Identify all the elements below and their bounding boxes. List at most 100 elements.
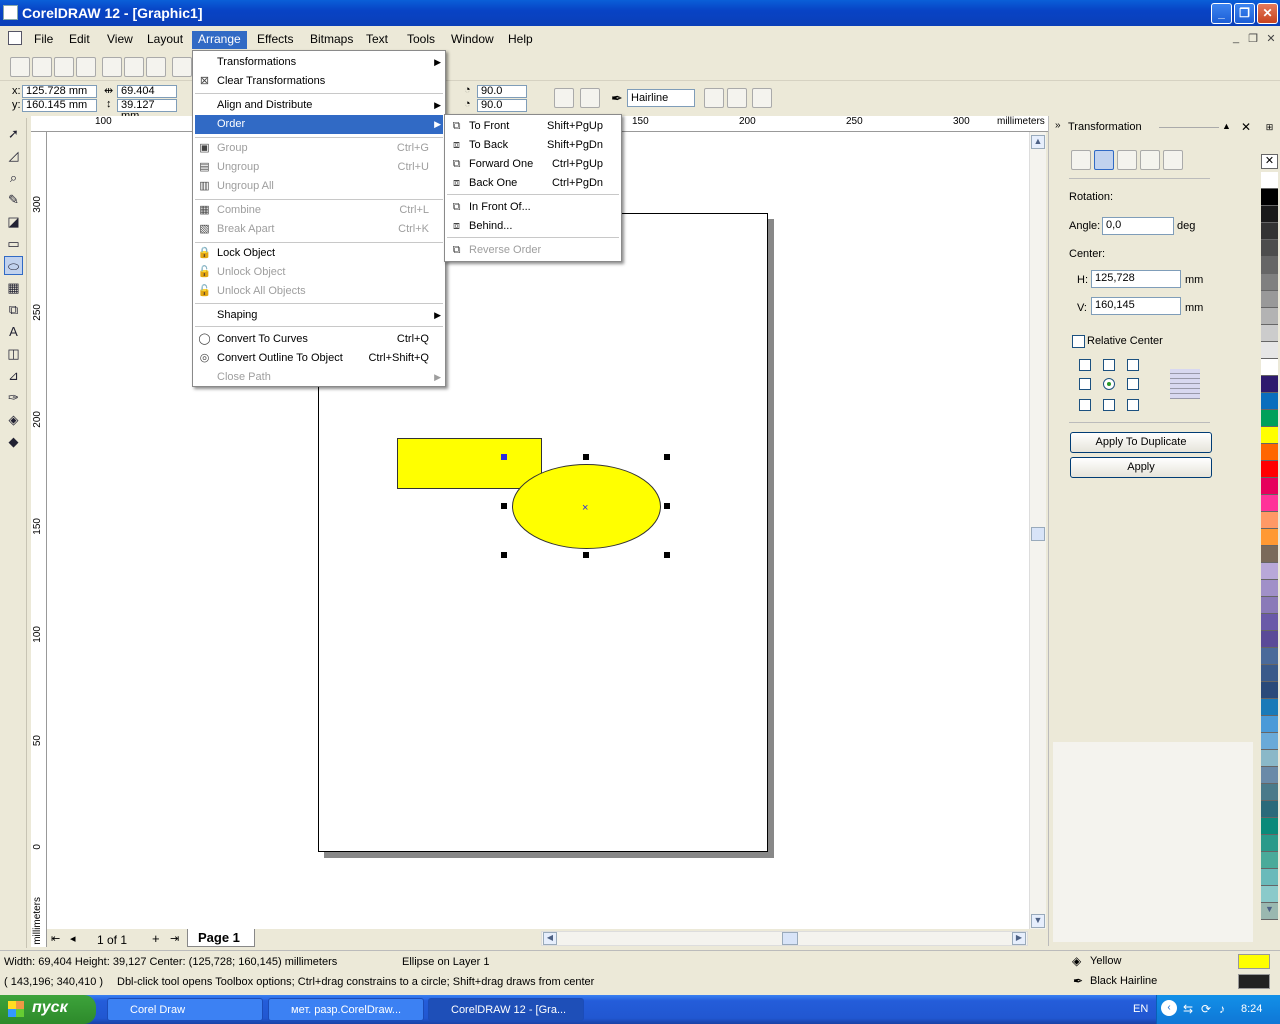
palette-swatch[interactable] (1261, 648, 1278, 665)
anchor-top-right[interactable] (1127, 359, 1139, 371)
size-transform-icon[interactable] (1140, 150, 1160, 170)
add-page-icon[interactable]: + (152, 931, 160, 946)
position-transform-icon[interactable] (1071, 150, 1091, 170)
eyedropper-tool-icon[interactable]: ⊿ (4, 366, 23, 385)
anchor-bottom-center[interactable] (1103, 399, 1115, 411)
palette-swatch[interactable] (1261, 546, 1278, 563)
anchor-top-center[interactable] (1103, 359, 1115, 371)
palette-swatch[interactable] (1261, 342, 1278, 359)
palette-swatch[interactable] (1261, 495, 1278, 512)
palette-swatch[interactable] (1261, 529, 1278, 546)
menu-tools[interactable]: Tools (401, 31, 441, 49)
tray-volume-icon[interactable]: ♪ (1219, 1002, 1225, 1016)
palette-swatch[interactable] (1261, 733, 1278, 750)
palette-swatch[interactable] (1261, 172, 1278, 189)
open-icon[interactable] (32, 57, 52, 77)
menu-bitmaps[interactable]: Bitmaps (304, 31, 359, 49)
vertical-ruler[interactable]: 300 250 200 150 100 50 0 millimeters (31, 132, 47, 947)
close-button[interactable]: ✕ (1257, 3, 1278, 24)
docker-expand-icon[interactable]: » (1055, 120, 1061, 131)
no-color-swatch[interactable]: ✕ (1261, 154, 1278, 169)
polygon-tool-icon[interactable]: ▦ (4, 278, 23, 297)
tray-update-icon[interactable]: ⟳ (1201, 1002, 1211, 1016)
relative-center-checkbox[interactable] (1072, 335, 1085, 348)
copy-icon[interactable] (124, 57, 144, 77)
order-menu-item-back-one[interactable]: ⧈ Back One Ctrl+PgDn (447, 174, 619, 193)
anchor-middle-left[interactable] (1079, 378, 1091, 390)
vertical-scrollbar[interactable]: ▲ ▼ (1029, 132, 1046, 929)
palette-swatch[interactable] (1261, 427, 1278, 444)
apply-to-duplicate-button[interactable]: Apply To Duplicate (1070, 432, 1212, 453)
palette-swatch[interactable] (1261, 206, 1278, 223)
palette-swatch[interactable] (1261, 325, 1278, 342)
scale-transform-icon[interactable] (1117, 150, 1137, 170)
rotate-transform-icon[interactable] (1094, 150, 1114, 170)
palette-swatch[interactable] (1261, 665, 1278, 682)
palette-swatch[interactable] (1261, 767, 1278, 784)
palette-swatch[interactable] (1261, 835, 1278, 852)
first-page-icon[interactable]: ⇤ (51, 932, 60, 945)
palette-swatch[interactable] (1261, 716, 1278, 733)
new-icon[interactable] (10, 57, 30, 77)
anchor-bottom-right[interactable] (1127, 399, 1139, 411)
basic-shapes-tool-icon[interactable]: ⧉ (4, 300, 23, 319)
palette-swatch[interactable] (1261, 291, 1278, 308)
anchor-bottom-left[interactable] (1079, 399, 1091, 411)
anchor-middle-right[interactable] (1127, 378, 1139, 390)
palette-swatch[interactable] (1261, 478, 1278, 495)
to-front-icon[interactable] (704, 88, 724, 108)
yellow-rectangle[interactable] (397, 438, 542, 489)
skew-transform-icon[interactable] (1163, 150, 1183, 170)
angle-field[interactable]: 0,0 (1102, 217, 1174, 235)
palette-swatch[interactable] (1261, 189, 1278, 206)
palette-swatch[interactable] (1261, 393, 1278, 410)
palette-swatch[interactable] (1261, 240, 1278, 257)
zoom-tool-icon[interactable]: ⌕ (4, 168, 23, 187)
palette-swatch[interactable] (1261, 818, 1278, 835)
outline-width-select[interactable]: Hairline (627, 89, 695, 107)
palette-swatch[interactable] (1261, 801, 1278, 818)
arrange-menu-item-clear-transformations[interactable]: ⊠ Clear Transformations (195, 72, 443, 91)
docker-close-icon[interactable]: ✕ (1241, 120, 1251, 134)
vertical-scroll-thumb[interactable] (1031, 527, 1045, 541)
arrange-menu-item-shaping[interactable]: Shaping ▶ (195, 306, 443, 325)
y-position-field[interactable]: 160.145 mm (22, 99, 97, 112)
palette-swatch[interactable] (1261, 444, 1278, 461)
palette-swatch[interactable] (1261, 580, 1278, 597)
tray-expand-icon[interactable]: ‹ (1161, 1000, 1177, 1016)
freehand-tool-icon[interactable]: ✎ (4, 190, 23, 209)
arrange-menu-item-lock-object[interactable]: 🔒 Lock Object (195, 244, 443, 263)
center-h-field[interactable]: 125,728 (1091, 270, 1181, 288)
doc-close-icon[interactable]: ✕ (1264, 32, 1278, 45)
rectangle-tool-icon[interactable]: ▭ (4, 234, 23, 253)
smart-fill-tool-icon[interactable]: ◪ (4, 212, 23, 231)
prev-page-icon[interactable]: ◂ (70, 932, 76, 945)
palette-swatch[interactable] (1261, 512, 1278, 529)
to-back-icon[interactable] (727, 88, 747, 108)
scroll-up-icon[interactable]: ▲ (1031, 135, 1045, 149)
palette-swatch[interactable] (1261, 597, 1278, 614)
doc-restore-icon[interactable]: ❐ (1246, 32, 1260, 45)
document-icon[interactable] (8, 31, 22, 45)
print-icon[interactable] (76, 57, 96, 77)
menu-arrange[interactable]: Arrange (192, 31, 247, 49)
x-position-field[interactable]: 125.728 mm (22, 85, 97, 98)
scroll-right-icon[interactable]: ▶ (1012, 932, 1026, 945)
palette-swatch[interactable] (1261, 886, 1278, 903)
start-angle-field[interactable]: 90.0 (477, 85, 527, 98)
apply-button[interactable]: Apply (1070, 457, 1212, 478)
fill-color-swatch[interactable] (1238, 954, 1270, 969)
order-menu-item-to-front[interactable]: ⧉ To Front Shift+PgUp (447, 117, 619, 136)
order-menu-item-in-front-of[interactable]: ⧉ In Front Of... (447, 198, 619, 217)
menu-effects[interactable]: Effects (251, 31, 299, 49)
order-menu-item-forward-one[interactable]: ⧉ Forward One Ctrl+PgUp (447, 155, 619, 174)
menu-file[interactable]: File (28, 31, 59, 49)
scroll-left-icon[interactable]: ◀ (543, 932, 557, 945)
page-tab[interactable]: Page 1 (187, 929, 255, 947)
palette-swatch[interactable] (1261, 223, 1278, 240)
save-icon[interactable] (54, 57, 74, 77)
interactive-fill-tool-icon[interactable]: ◆ (4, 432, 23, 451)
height-field[interactable]: 39.127 mm (117, 99, 177, 122)
palette-swatch[interactable] (1261, 461, 1278, 478)
menu-view[interactable]: View (101, 31, 139, 49)
